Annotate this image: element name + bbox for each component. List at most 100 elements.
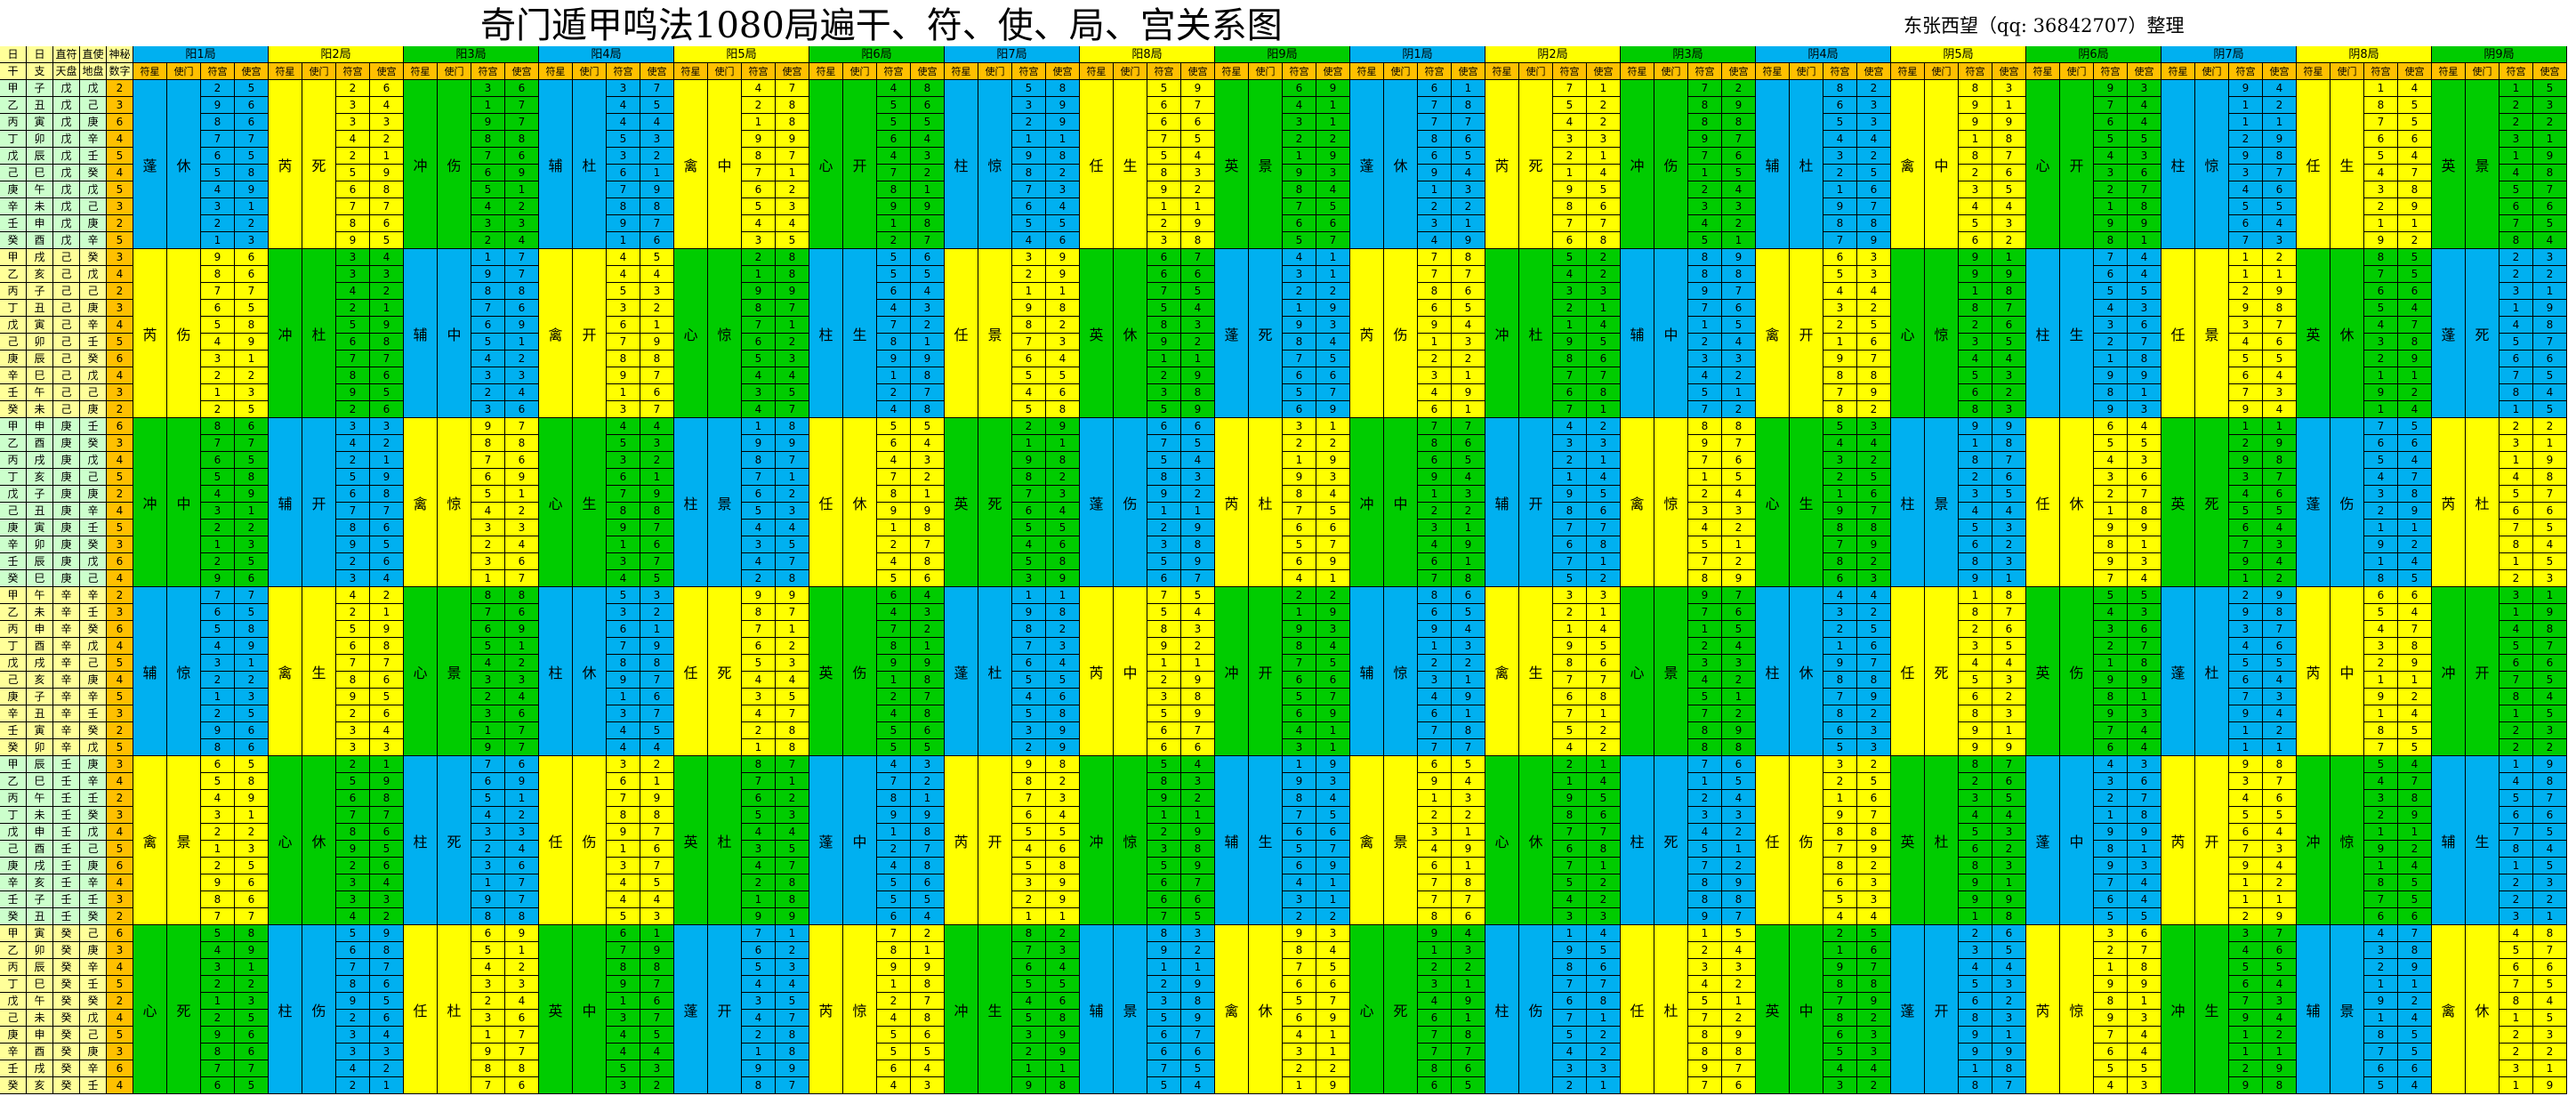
fu-palace-cell: 4	[201, 486, 235, 503]
fu-palace-cell: 2	[1959, 317, 1992, 334]
fu-palace-cell: 5	[877, 114, 911, 131]
shi-palace-cell: 1	[1452, 80, 1485, 97]
star-cell: 英	[539, 925, 573, 1094]
fu-palace-cell: 3	[336, 891, 370, 908]
shi-palace-cell: 6	[1587, 655, 1621, 672]
fu-palace-cell: 2	[2500, 418, 2533, 435]
shi-palace-cell: 8	[776, 249, 809, 266]
fu-palace-cell: 5	[1823, 266, 1857, 283]
fu-palace-cell: 5	[1283, 232, 1316, 249]
shi-palace-cell: 5	[1316, 959, 1350, 976]
shi-palace-cell: 4	[2398, 300, 2432, 317]
shi-palace-cell: 1	[911, 942, 945, 959]
shi-palace-cell: 1	[1181, 655, 1215, 672]
fu-palace-cell: 6	[877, 908, 911, 925]
shi-palace-cell: 9	[1452, 993, 1485, 1010]
sub-header-3: 符宫	[2364, 63, 2398, 80]
shi-palace-cell: 2	[235, 824, 269, 841]
fu-palace-cell: 5	[2500, 181, 2533, 198]
shi-palace-cell: 5	[1857, 773, 1891, 790]
shi-palace-cell: 5	[1722, 621, 1756, 638]
shi-palace-cell: 6	[1992, 317, 2026, 334]
fu-palace-cell: 9	[336, 841, 370, 858]
shi-palace-cell: 7	[1452, 739, 1485, 756]
shi-palace-cell: 2	[1722, 80, 1756, 97]
shi-palace-cell: 3	[2263, 993, 2297, 1010]
shi-palace-cell: 7	[1857, 198, 1891, 215]
fu-palace-cell: 7	[201, 1060, 235, 1077]
fu-palace-cell: 2	[2229, 435, 2263, 452]
shi-palace-cell: 9	[505, 621, 539, 638]
shi-palace-cell: 1	[505, 790, 539, 807]
shi-palace-cell: 1	[1316, 874, 1350, 891]
fu-palace-cell: 5	[1283, 689, 1316, 705]
day-branch-cell: 寅	[27, 317, 53, 334]
shi-palace-cell: 6	[911, 97, 945, 114]
fu-palace-cell: 4	[1012, 536, 1046, 553]
shi-palace-cell: 9	[1316, 1077, 1350, 1094]
shi-palace-cell: 8	[1181, 993, 1215, 1010]
shi-palace-cell: 4	[2128, 266, 2161, 283]
fu-palace-cell: 6	[471, 621, 505, 638]
shi-palace-cell: 5	[1857, 925, 1891, 942]
star-cell: 芮	[2026, 925, 2060, 1094]
fu-palace-cell: 9	[2094, 976, 2128, 993]
zhifu-tianpan-cell: 己	[53, 266, 80, 283]
fu-palace-cell: 7	[1012, 181, 1046, 198]
shi-palace-cell: 4	[2398, 148, 2432, 165]
shi-palace-cell: 3	[1587, 1060, 1621, 1077]
shi-palace-cell: 2	[1857, 300, 1891, 317]
zhishi-dipan-cell: 癸	[80, 249, 107, 266]
shi-palace-cell: 8	[505, 1060, 539, 1077]
shi-palace-cell: 8	[776, 1044, 809, 1060]
shi-palace-cell: 3	[370, 266, 404, 283]
fu-palace-cell: 8	[336, 215, 370, 232]
shi-palace-cell: 3	[2128, 1077, 2161, 1094]
fu-palace-cell: 4	[1959, 959, 1992, 976]
shi-palace-cell: 8	[640, 807, 674, 824]
fu-palace-cell: 5	[2229, 959, 2263, 976]
shi-palace-cell: 6	[505, 401, 539, 418]
fu-palace-cell: 3	[471, 976, 505, 993]
shi-palace-cell: 7	[1857, 503, 1891, 520]
shi-palace-cell: 2	[1587, 418, 1621, 435]
fu-palace-cell: 1	[877, 367, 911, 384]
shi-palace-cell: 5	[2533, 553, 2567, 570]
door-cell: 休	[1384, 80, 1418, 249]
shi-palace-cell: 1	[1722, 536, 1756, 553]
fu-palace-cell: 2	[201, 367, 235, 384]
shi-palace-cell: 5	[2398, 1027, 2432, 1044]
shi-palace-cell: 9	[1316, 452, 1350, 469]
shi-palace-cell: 6	[1857, 638, 1891, 655]
door-cell: 惊	[1114, 756, 1147, 925]
shi-palace-cell: 3	[2533, 570, 2567, 587]
door-cell: 伤	[843, 587, 877, 756]
star-cell: 辅	[2432, 756, 2466, 925]
shi-palace-cell: 7	[911, 536, 945, 553]
shi-palace-cell: 8	[2398, 638, 2432, 655]
door-cell: 死	[167, 925, 201, 1094]
shi-palace-cell: 8	[1587, 841, 1621, 858]
day-stem-cell: 庚	[0, 858, 27, 874]
fu-palace-cell: 2	[201, 80, 235, 97]
fu-palace-cell: 6	[1553, 536, 1587, 553]
shi-palace-cell: 6	[235, 418, 269, 435]
shi-palace-cell: 9	[2128, 672, 2161, 689]
shi-palace-cell: 6	[2398, 131, 2432, 148]
fu-palace-cell: 9	[1418, 317, 1452, 334]
magic-digit-cell: 2	[107, 722, 133, 739]
shi-palace-cell: 9	[1992, 418, 2026, 435]
shi-palace-cell: 4	[911, 131, 945, 148]
day-branch-cell: 卯	[27, 334, 53, 351]
fu-palace-cell: 6	[877, 587, 911, 604]
shi-palace-cell: 6	[1452, 283, 1485, 300]
star-cell: 蓬	[133, 80, 167, 249]
fu-palace-cell: 6	[336, 638, 370, 655]
star-cell: 心	[539, 418, 573, 587]
fu-palace-cell: 9	[742, 283, 776, 300]
shi-palace-cell: 2	[1587, 1027, 1621, 1044]
shi-palace-cell: 7	[2128, 486, 2161, 503]
shi-palace-cell: 1	[1992, 570, 2026, 587]
shi-palace-cell: 2	[1181, 181, 1215, 198]
shi-palace-cell: 9	[776, 587, 809, 604]
